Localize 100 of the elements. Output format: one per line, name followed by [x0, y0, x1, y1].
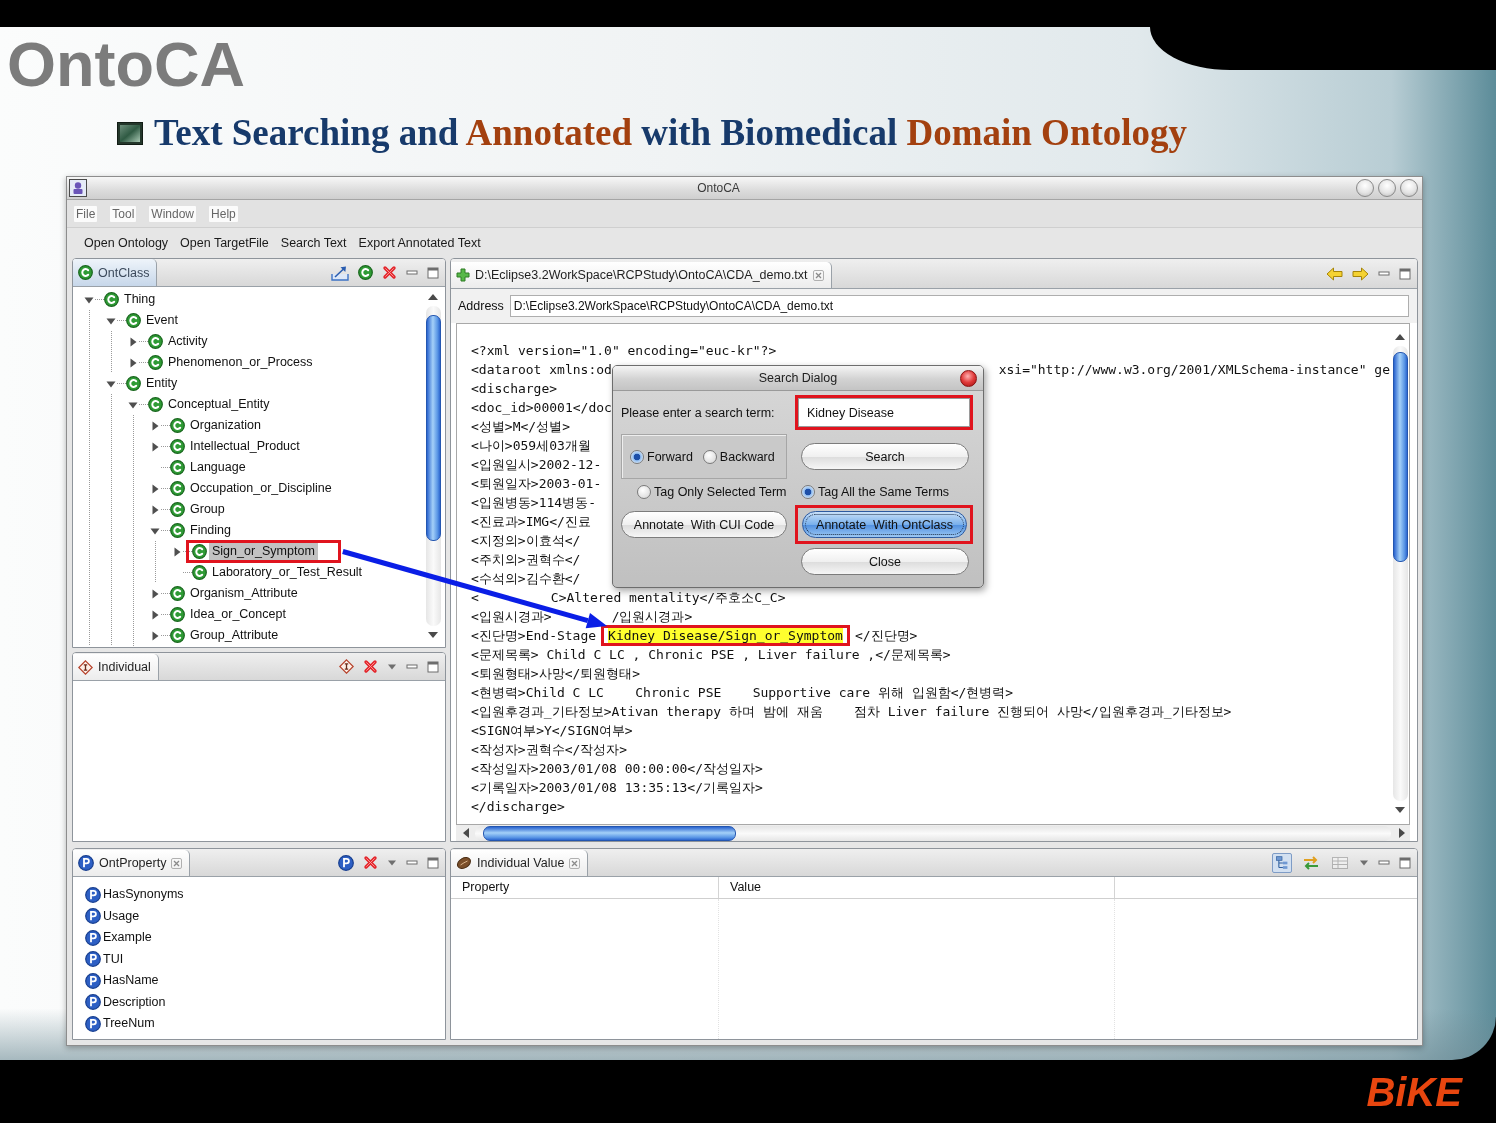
- scrollbar-thumb[interactable]: [425, 315, 441, 541]
- minimize-icon[interactable]: [1378, 268, 1390, 279]
- radio-option[interactable]: Tag All the Same Terms: [801, 485, 950, 499]
- property-item[interactable]: TreeNum: [103, 1016, 155, 1032]
- tree-item[interactable]: Intellectual_Product: [187, 438, 303, 455]
- maximize-icon[interactable]: [1399, 856, 1411, 869]
- caret-right-icon[interactable]: [149, 587, 161, 600]
- circle-c-icon: [148, 334, 163, 349]
- circle-c-icon: [170, 439, 185, 454]
- close-button[interactable]: [960, 369, 977, 387]
- caret-down-icon[interactable]: [387, 858, 397, 867]
- tree-item[interactable]: Group: [187, 501, 228, 518]
- tree-item[interactable]: Occupation_or_Discipline: [187, 480, 335, 497]
- dialog-button[interactable]: Annotate With CUI Code: [621, 511, 787, 538]
- search-field[interactable]: Kidney Disease: [798, 398, 970, 427]
- menu-item[interactable]: Window: [149, 205, 197, 222]
- view-tab[interactable]: OntClass: [73, 259, 158, 286]
- caret-right-icon[interactable]: [127, 335, 139, 348]
- view-tab[interactable]: Individual Value: [451, 850, 589, 876]
- caret-right-icon[interactable]: [127, 356, 139, 369]
- caret-right-icon[interactable]: [171, 545, 183, 558]
- tree-item[interactable]: Event: [143, 312, 181, 329]
- tree-item[interactable]: Conceptual_Entity: [165, 396, 273, 413]
- close-icon[interactable]: [171, 857, 183, 869]
- property-item[interactable]: Usage: [103, 908, 140, 924]
- scrollbar-thumb[interactable]: [483, 825, 736, 841]
- property-item[interactable]: TUI: [103, 951, 124, 967]
- diamond-icon[interactable]: [339, 659, 354, 674]
- toolbar-item[interactable]: Search Text: [280, 235, 347, 250]
- maximize-icon[interactable]: [427, 856, 439, 869]
- delete-icon[interactable]: [363, 659, 378, 674]
- minimize-icon[interactable]: [406, 661, 418, 672]
- tree-item[interactable]: Idea_or_Concept: [187, 606, 289, 623]
- minimize-icon[interactable]: [1378, 857, 1390, 868]
- dialog-button[interactable]: Close: [801, 548, 969, 575]
- window-control-button[interactable]: [1356, 179, 1374, 197]
- maximize-icon[interactable]: [427, 660, 439, 673]
- circle-p-icon: [85, 929, 101, 946]
- tree-item[interactable]: Laboratory_or_Test_Result: [209, 564, 366, 581]
- code-line: <기록일자>2003/01/08 13:35:13</기록일자>: [471, 780, 763, 795]
- delete-icon[interactable]: [363, 855, 378, 870]
- left-arrow-icon[interactable]: [1326, 266, 1343, 281]
- tree-item[interactable]: Thing: [121, 291, 159, 308]
- tree-item[interactable]: Group_Attribute: [187, 627, 282, 644]
- tree-item[interactable]: Organism_Attribute: [187, 585, 301, 602]
- maximize-icon[interactable]: [427, 266, 439, 279]
- dialog-button[interactable]: Search: [801, 443, 969, 470]
- tree-item[interactable]: Phenomenon_or_Process: [165, 354, 316, 371]
- tray-arrow-icon[interactable]: [331, 264, 349, 281]
- tree-view-icon[interactable]: [1272, 852, 1292, 873]
- circle-p-icon[interactable]: [338, 854, 354, 871]
- menu-item[interactable]: Help: [209, 205, 238, 222]
- menu-item[interactable]: File: [74, 205, 98, 222]
- tree-item[interactable]: Activity: [165, 333, 211, 350]
- delete-icon[interactable]: [382, 265, 397, 280]
- window-control-button[interactable]: [1400, 179, 1418, 197]
- property-item[interactable]: Description: [103, 994, 166, 1010]
- view-tab[interactable]: D:\Eclipse3.2WorkSpace\RCPStudy\OntoCA\CDA_demo.txt: [451, 262, 832, 288]
- circle-c-icon[interactable]: [358, 265, 373, 280]
- caret-down-icon[interactable]: [387, 662, 397, 671]
- minimize-icon[interactable]: [406, 267, 418, 278]
- circle-c-icon: [104, 292, 119, 307]
- view-tab[interactable]: Individual: [73, 654, 159, 680]
- close-icon[interactable]: [569, 857, 581, 869]
- column-header[interactable]: Value: [719, 877, 1115, 898]
- caret-right-icon[interactable]: [149, 419, 161, 432]
- dialog-button[interactable]: Annotate With OntClass: [802, 511, 967, 538]
- toolbar-item[interactable]: Open TargetFile: [180, 235, 269, 250]
- caret-right-icon[interactable]: [149, 629, 161, 642]
- window-control-button[interactable]: [1378, 179, 1396, 197]
- tree-item[interactable]: Language: [187, 459, 249, 476]
- scrollbar-track[interactable]: [1392, 346, 1408, 801]
- toolbar-item[interactable]: Open Ontology: [84, 235, 169, 250]
- address-field[interactable]: D:\Eclipse3.2WorkSpace\RCPStudy\OntoCA\CDA_demo.txt: [509, 295, 1409, 317]
- radio-option[interactable]: Tag Only Selected Term: [637, 485, 787, 499]
- menu-item[interactable]: Tool: [110, 205, 137, 222]
- property-item[interactable]: HasName: [103, 973, 159, 989]
- caret-down-icon[interactable]: [1359, 858, 1369, 867]
- radio-option[interactable]: Forward: [630, 449, 693, 464]
- column-header[interactable]: Property: [451, 877, 719, 898]
- caret-right-icon[interactable]: [149, 608, 161, 621]
- view-tab[interactable]: OntProperty: [73, 850, 191, 876]
- property-item[interactable]: Example: [103, 930, 152, 946]
- right-arrow-icon[interactable]: [1352, 266, 1369, 281]
- code-line: <현병력>Child C LC Chronic PSE Supportive care 위해 입원함</현병력>: [471, 685, 1014, 700]
- tree-item[interactable]: Entity: [143, 375, 181, 392]
- tree-item[interactable]: Organization: [187, 417, 264, 434]
- toolbar-item[interactable]: Export Annotated Text: [358, 235, 481, 250]
- property-item[interactable]: HasSynonyms: [103, 887, 184, 903]
- scrollbar-track[interactable]: [425, 306, 441, 626]
- tree-item[interactable]: Sign_or_Symptom: [209, 543, 318, 560]
- scrollbar-thumb[interactable]: [1392, 352, 1408, 562]
- caret-right-icon[interactable]: [149, 503, 161, 516]
- caret-right-icon[interactable]: [149, 482, 161, 495]
- minimize-icon[interactable]: [406, 857, 418, 868]
- tree-item[interactable]: Finding: [187, 522, 234, 539]
- close-icon[interactable]: [812, 269, 824, 281]
- radio-option[interactable]: Backward: [702, 449, 775, 464]
- maximize-icon[interactable]: [1399, 267, 1411, 280]
- caret-right-icon[interactable]: [149, 440, 161, 453]
